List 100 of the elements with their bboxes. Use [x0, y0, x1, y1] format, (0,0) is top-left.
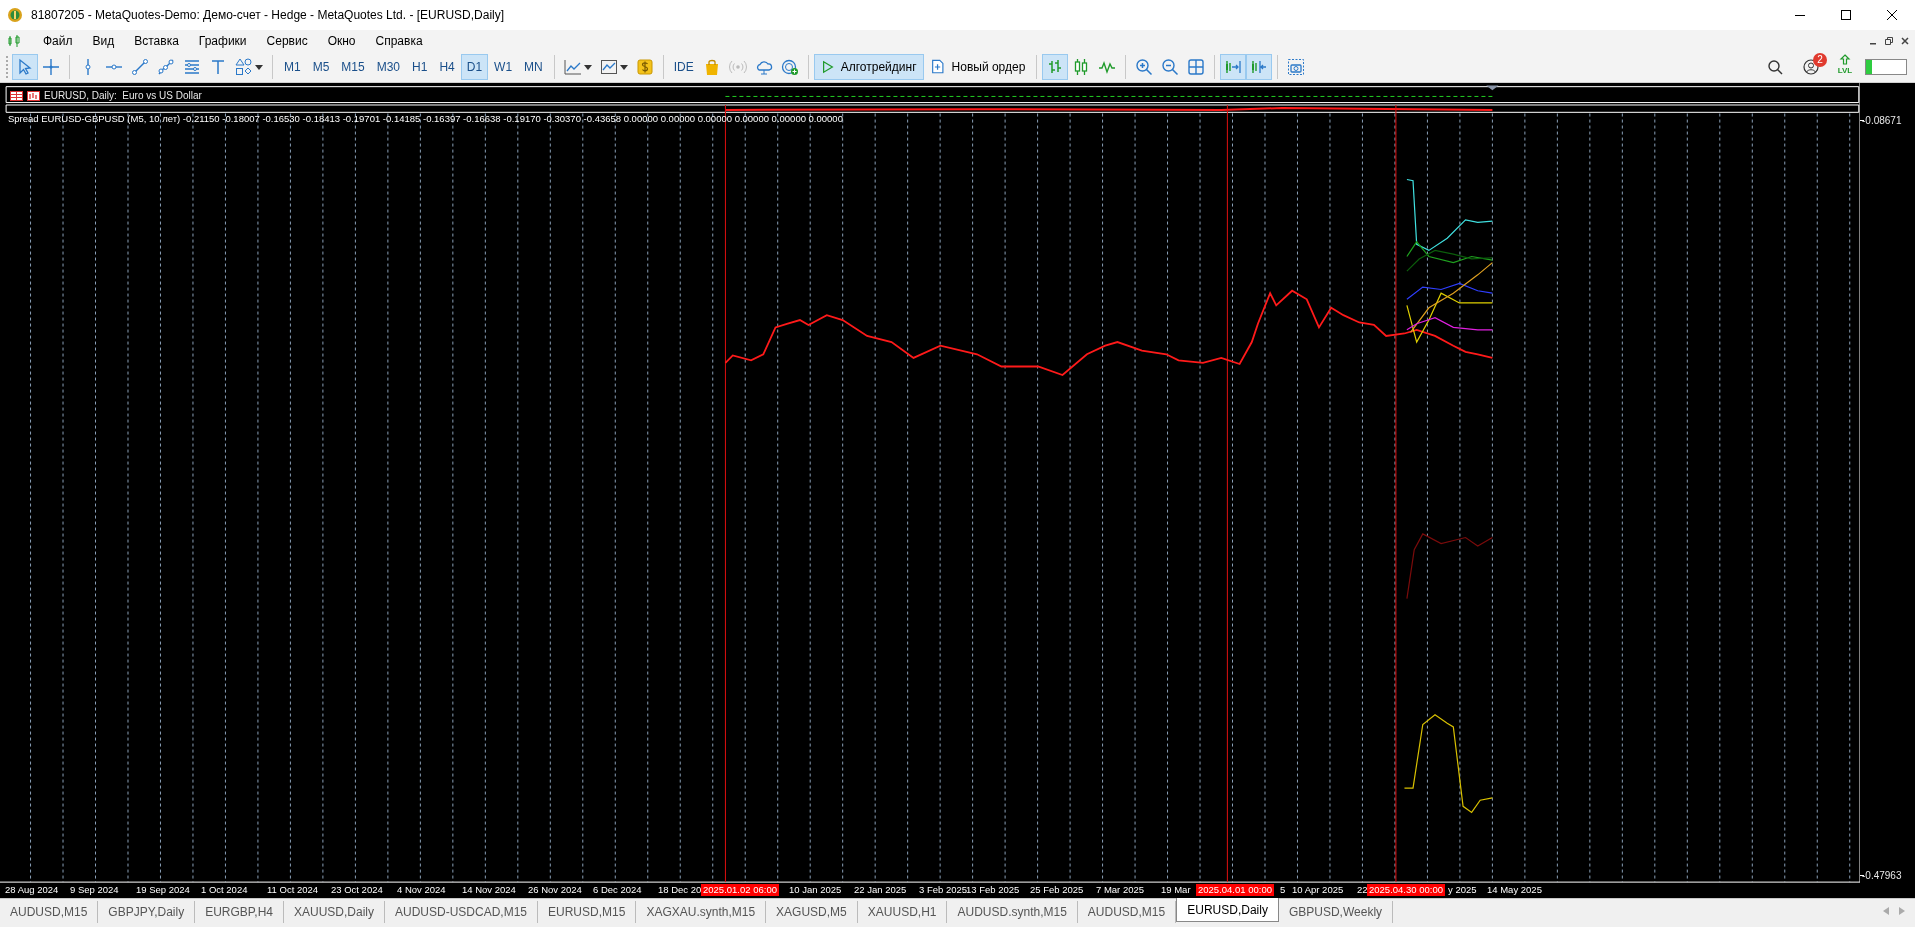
notification-badge: 2	[1813, 53, 1827, 67]
chart-tab[interactable]: EURUSD,M15	[538, 901, 637, 923]
search-icon	[1767, 59, 1783, 75]
camera-icon	[1287, 58, 1306, 76]
timeframe-button[interactable]: W1	[488, 54, 519, 80]
broadcast-icon	[728, 58, 747, 76]
app-logo-icon	[7, 7, 23, 23]
cursor-icon	[16, 58, 34, 76]
chart-tab[interactable]: XAUUSD,H1	[857, 901, 948, 923]
user-icon	[1803, 59, 1819, 75]
date-label: 5	[1280, 884, 1286, 896]
chart-tab[interactable]: AUDUSD.synth,M15	[947, 901, 1078, 923]
text-icon	[209, 58, 227, 76]
menu-item[interactable]: Вид	[82, 32, 125, 50]
crosshair-icon	[42, 58, 60, 76]
algo-trading-button[interactable]: Алготрейдинг	[813, 54, 924, 80]
minimize-icon	[1795, 14, 1805, 16]
auto-scroll-button[interactable]	[1220, 54, 1247, 80]
maximize-icon	[1841, 10, 1851, 20]
scroll-left-icon[interactable]	[1883, 907, 1889, 915]
chart-tab[interactable]: XAGUSD,M5	[766, 901, 858, 923]
date-label: 25 Feb 2025	[1030, 884, 1084, 896]
timeframe-button[interactable]: M15	[335, 54, 371, 80]
dollar-coin-icon	[635, 58, 654, 76]
shift-marker-icon	[1486, 85, 1499, 91]
menu-item[interactable]: Вставка	[124, 32, 189, 50]
date-label: 19 Sep 2024	[136, 884, 190, 896]
date-label: 19 Mar	[1161, 884, 1191, 896]
chart-tab[interactable]: XAUUSD,Daily	[284, 901, 385, 923]
chart-window-icon	[27, 90, 40, 101]
account-button[interactable]: 2	[1797, 55, 1825, 79]
chart-type-button[interactable]	[1042, 54, 1069, 80]
caret-icon	[619, 64, 628, 70]
fibonacci-lines-icon	[183, 58, 201, 76]
date-label: 7 Mar 2025	[1096, 884, 1145, 896]
date-label: 3 Feb 2025	[919, 884, 968, 896]
date-marker-label: 2025.04.30 00:00	[1367, 884, 1445, 896]
scroll-right-icon[interactable]	[1899, 907, 1905, 915]
date-label: y 2025	[1448, 884, 1477, 896]
date-label: 10 Apr 2025	[1292, 884, 1344, 896]
new-order-icon	[929, 59, 946, 75]
date-label: 1 Oct 2024	[201, 884, 248, 896]
chart-tab[interactable]: GBPUSD,Weekly	[1278, 901, 1394, 923]
date-label: 28 Aug 2024	[5, 884, 59, 896]
date-label: 14 May 2025	[1487, 884, 1542, 896]
timeframe-button[interactable]: H1	[406, 54, 434, 80]
close-icon	[1887, 10, 1897, 20]
window-title: 81807205 - MetaQuotes-Demo: Демо-счет - Hedge - MetaQuotes Ltd. - [EURUSD,Daily]	[31, 7, 505, 24]
new-order-button[interactable]: Новый ордер	[923, 54, 1032, 80]
tool-button[interactable]	[12, 54, 38, 80]
arrow-up-icon	[1839, 54, 1851, 66]
chart-tab[interactable]: AUDUSD,M15	[0, 901, 99, 923]
play-icon	[820, 60, 835, 74]
menu-item[interactable]: Справка	[365, 32, 433, 50]
date-label: 10 Jan 2025	[789, 884, 842, 896]
table-icon	[10, 90, 23, 101]
caret-icon	[583, 64, 592, 70]
grid-icon	[1187, 58, 1206, 76]
line-chart-icon	[563, 58, 582, 76]
menu-item[interactable]: Файл	[33, 32, 83, 50]
channel-icon	[157, 58, 175, 76]
chart-tab[interactable]: XAGXAU.synth,M15	[636, 901, 767, 923]
date-label: 6 Dec 2024	[593, 884, 642, 896]
chart-tab[interactable]: EURUSD,Daily	[1176, 898, 1279, 922]
chart-shift-button[interactable]	[1246, 54, 1273, 80]
timeframe-button[interactable]: H4	[433, 54, 461, 80]
trend-line-icon	[131, 58, 149, 76]
indicator-chart-icon	[599, 58, 618, 76]
menu-item[interactable]: Окно	[317, 32, 366, 50]
date-label: 22 Jan 2025	[854, 884, 907, 896]
zoom-in-icon	[1135, 58, 1154, 76]
price-label: -0.08671	[1862, 114, 1902, 128]
restore-icon[interactable]	[1883, 35, 1895, 47]
date-label: 23 Oct 2024	[331, 884, 383, 896]
vps-icon	[780, 58, 799, 76]
caret-icon	[255, 64, 263, 70]
timeframe-button[interactable]: D1	[460, 54, 489, 80]
menu-item[interactable]: Графики	[188, 32, 257, 50]
chart-tab[interactable]: GBPJPY,Daily	[98, 901, 196, 923]
timeframe-button[interactable]: M30	[370, 54, 407, 80]
shapes-icon	[235, 58, 253, 76]
timeframe-button[interactable]: MN	[518, 54, 549, 80]
date-label: 22	[1357, 884, 1368, 896]
date-label: 13 Feb 2025	[966, 884, 1020, 896]
timeframe-button[interactable]: M1	[278, 54, 307, 80]
date-label: 18 Dec 20	[658, 884, 702, 896]
cloud-icon	[754, 58, 773, 76]
menu-item[interactable]: Сервис	[256, 32, 318, 50]
chart-title: EURUSD, Daily: Euro vs US Dollar	[44, 89, 202, 103]
timeframe-button[interactable]: M5	[306, 54, 336, 80]
date-label: 9 Sep 2024	[70, 884, 119, 896]
date-label: 4 Nov 2024	[397, 884, 446, 896]
close-icon[interactable]	[1899, 35, 1911, 47]
price-label: -0.47963	[1862, 869, 1902, 883]
date-label: 11 Oct 2024	[267, 884, 319, 896]
chart-tab[interactable]: AUDUSD-USDCAD,M15	[385, 901, 539, 923]
chart-menu-icon[interactable]	[7, 34, 21, 48]
connection-meter	[1865, 59, 1907, 75]
chart-tab[interactable]: EURGBP,H4	[195, 901, 284, 923]
ide-button[interactable]: IDE	[668, 54, 699, 80]
